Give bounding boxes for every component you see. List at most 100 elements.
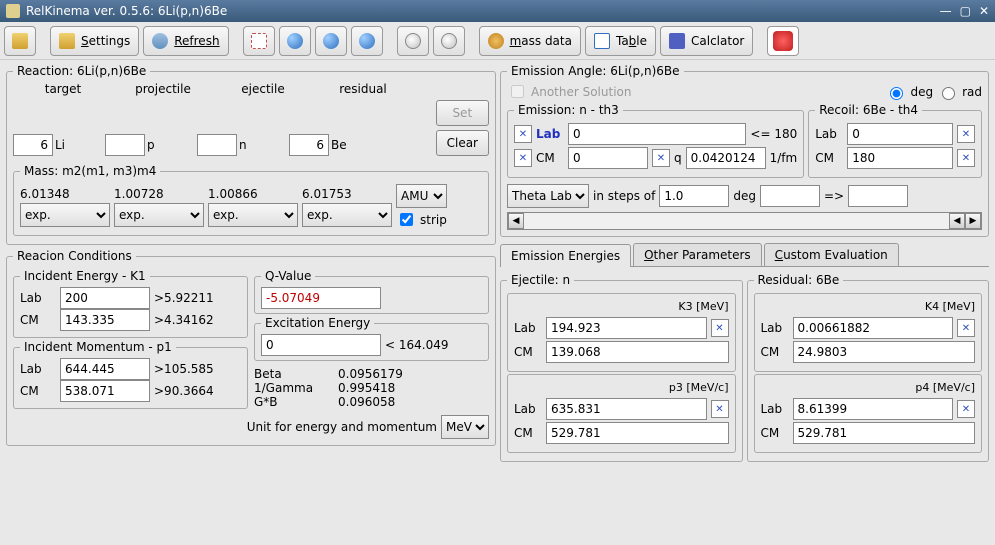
- k4-cm-input[interactable]: [793, 341, 976, 363]
- energy-unit-select[interactable]: MeV: [441, 415, 489, 439]
- hdr-residual: residual: [313, 82, 413, 96]
- p3-cm-input[interactable]: [546, 422, 729, 444]
- rec-cm-clear[interactable]: ✕: [957, 149, 975, 167]
- maximize-icon[interactable]: ▢: [960, 4, 971, 18]
- p-cm-lim: >90.3664: [154, 384, 214, 398]
- nav1-button[interactable]: [279, 26, 311, 56]
- sphere-icon: [287, 33, 303, 49]
- theta-select[interactable]: Theta Lab: [507, 184, 589, 208]
- zoom2-button[interactable]: [433, 26, 465, 56]
- steps-input[interactable]: [659, 185, 729, 207]
- refresh-button[interactable]: Refresh: [143, 26, 228, 56]
- p4-lab-clear[interactable]: ✕: [957, 400, 975, 418]
- em-lab-input[interactable]: [568, 123, 746, 145]
- qvalue-group: Q-Value: [254, 269, 489, 314]
- magnifier-icon: [405, 33, 421, 49]
- rec-lab-input[interactable]: [847, 123, 953, 145]
- angle-scrollbar[interactable]: ◀ ◀ ▶: [507, 212, 982, 230]
- scroll-left2-icon[interactable]: ◀: [949, 213, 965, 229]
- tab-other-parameters[interactable]: Other Parameters: [633, 243, 762, 266]
- reaction-group: Reaction: 6Li(p,n)6Be target projectile …: [6, 64, 496, 245]
- magnifier-icon: [441, 33, 457, 49]
- k3-lab-input[interactable]: [546, 317, 707, 339]
- k3-title: K3 [MeV]: [514, 300, 729, 313]
- quit-button[interactable]: [767, 26, 799, 56]
- nav3-button[interactable]: [351, 26, 383, 56]
- k4-lab-clear[interactable]: ✕: [957, 319, 975, 337]
- rec-lab-clear[interactable]: ✕: [957, 125, 975, 143]
- residual-legend: Residual: 6Be: [754, 273, 844, 287]
- m1-src-select[interactable]: exp.: [20, 203, 110, 227]
- close-icon[interactable]: ✕: [979, 4, 989, 18]
- expand-icon: [251, 33, 267, 49]
- scroll-right-icon[interactable]: ▶: [965, 213, 981, 229]
- range-to-input[interactable]: [848, 185, 908, 207]
- logo-icon: [12, 33, 28, 49]
- beta-value: 0.0956179: [338, 367, 403, 381]
- range-from-input[interactable]: [760, 185, 820, 207]
- hdr-ejectile: ejectile: [213, 82, 313, 96]
- p4-lab-input[interactable]: [793, 398, 954, 420]
- m4-value: 6.01753: [302, 187, 392, 201]
- k3-cm-input[interactable]: [546, 341, 729, 363]
- ejectile-sym: n: [237, 138, 257, 152]
- p3-lab-clear[interactable]: ✕: [711, 400, 729, 418]
- emission-angle-group: Emission Angle: 6Li(p,n)6Be Another Solu…: [500, 64, 989, 237]
- settings-button[interactable]: Settings: [50, 26, 139, 56]
- rad-radio[interactable]: [942, 87, 955, 100]
- strip-checkbox[interactable]: [400, 213, 413, 226]
- calculator-icon: [669, 33, 685, 49]
- em-cm-input[interactable]: [568, 147, 648, 169]
- calculator-button[interactable]: Calclator: [660, 26, 753, 56]
- em-cm-clear[interactable]: ✕: [514, 149, 532, 167]
- reaction-legend: Reaction: 6Li(p,n)6Be: [13, 64, 150, 78]
- nav2-button[interactable]: [315, 26, 347, 56]
- strip-label: strip: [420, 213, 447, 227]
- refresh-label: Refresh: [174, 34, 219, 48]
- scroll-left-icon[interactable]: ◀: [508, 213, 524, 229]
- target-a-input[interactable]: [13, 134, 53, 156]
- incE-legend: Incident Energy - K1: [20, 269, 150, 283]
- residual-a-input[interactable]: [289, 134, 329, 156]
- k3-lab-clear[interactable]: ✕: [711, 319, 729, 337]
- e-lab-input[interactable]: [60, 287, 150, 309]
- p3-lab-input[interactable]: [546, 398, 707, 420]
- tab-emission-energies[interactable]: Emission Energies: [500, 244, 631, 267]
- expand-button[interactable]: [243, 26, 275, 56]
- set-button[interactable]: Set: [436, 100, 489, 126]
- projectile-a-input[interactable]: [105, 134, 145, 156]
- p4-cm-input[interactable]: [793, 422, 976, 444]
- tab-custom-evaluation[interactable]: Custom Evaluation: [764, 243, 899, 266]
- excE-input[interactable]: [261, 334, 381, 356]
- home-button[interactable]: [4, 26, 36, 56]
- atom-icon: [488, 33, 504, 49]
- p-lab-input[interactable]: [60, 358, 150, 380]
- ejectile-a-input[interactable]: [197, 134, 237, 156]
- clear-button[interactable]: Clear: [436, 130, 489, 156]
- minimize-icon[interactable]: —: [940, 4, 952, 18]
- m3-value: 1.00866: [208, 187, 298, 201]
- m3-src-select[interactable]: exp.: [208, 203, 298, 227]
- p-lab-lim: >105.585: [154, 362, 214, 376]
- target-sym: Li: [53, 138, 73, 152]
- q-clear[interactable]: ✕: [652, 149, 670, 167]
- m4-src-select[interactable]: exp.: [302, 203, 392, 227]
- p-cm-input[interactable]: [60, 380, 150, 402]
- another-solution-checkbox[interactable]: [511, 85, 524, 98]
- em-lab-clear[interactable]: ✕: [514, 125, 532, 143]
- q-input[interactable]: [686, 147, 766, 169]
- e-cm-input[interactable]: [60, 309, 150, 331]
- massdata-button[interactable]: mass data: [479, 26, 581, 56]
- mass-unit-select[interactable]: AMU: [396, 184, 447, 208]
- qvalue-legend: Q-Value: [261, 269, 315, 283]
- app-icon: [6, 4, 20, 18]
- deg-radio[interactable]: [890, 87, 903, 100]
- rec-cm-input[interactable]: [847, 147, 953, 169]
- conditions-group: Reacion Conditions Incident Energy - K1 …: [6, 249, 496, 446]
- m2-src-select[interactable]: exp.: [114, 203, 204, 227]
- k4-title: K4 [MeV]: [761, 300, 976, 313]
- hdr-target: target: [13, 82, 113, 96]
- table-button[interactable]: Table: [585, 26, 656, 56]
- k4-lab-input[interactable]: [793, 317, 954, 339]
- zoom1-button[interactable]: [397, 26, 429, 56]
